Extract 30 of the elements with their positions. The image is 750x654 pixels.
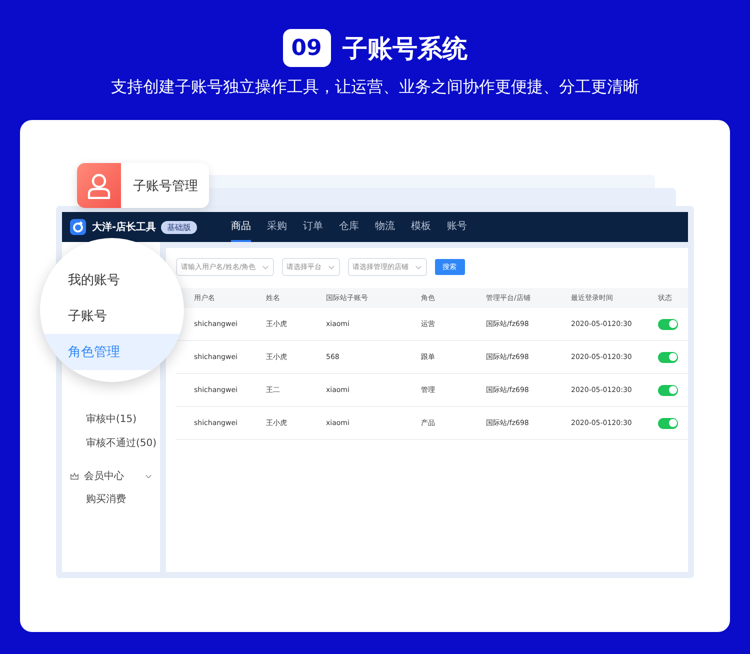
status-toggle[interactable] [658, 418, 678, 428]
sidebar-item[interactable]: 购买消费 [62, 487, 160, 511]
edition-badge: 基础版 [161, 220, 198, 234]
subtitle: 支持创建子账号独立操作工具，让运营、业务之间协作更便捷、分工更清晰 [111, 77, 639, 98]
status-toggle[interactable] [658, 318, 678, 330]
nav-tab[interactable]: 账号 [447, 212, 468, 242]
nav-tab[interactable]: 物流 [375, 212, 396, 242]
user-icon [87, 172, 111, 198]
nav-tab[interactable]: 仓库 [339, 212, 360, 242]
status-toggle[interactable] [658, 352, 678, 362]
dropdown-icon[interactable] [414, 264, 422, 270]
nav-tab[interactable]: 采购 [267, 212, 288, 242]
sidebar-group[interactable]: 会员中心 [84, 469, 145, 483]
menu-item[interactable]: 我的账号 [68, 262, 120, 298]
chevron-icon[interactable] [145, 472, 152, 480]
page-title: 子账号系统 [342, 32, 468, 64]
nav-tab[interactable]: 商品 [231, 212, 252, 242]
dropdown-icon[interactable] [328, 264, 335, 270]
status-toggle[interactable] [658, 384, 678, 396]
logo-icon [70, 219, 86, 235]
sidebar-item[interactable]: 审核中(15) [62, 407, 160, 431]
nav-tab[interactable]: 模板 [411, 212, 432, 242]
tag-label: 子账号管理 [133, 178, 198, 194]
brand-name: 大洋-店长工具 [92, 220, 156, 234]
crown-icon [70, 472, 79, 480]
nav-tab[interactable]: 订单 [303, 212, 324, 242]
sidebar-item[interactable]: 审核不通过(50) [62, 431, 160, 455]
number-badge: 09 [282, 29, 330, 67]
menu-item[interactable]: 子账号 [68, 298, 107, 334]
dropdown-icon[interactable] [262, 264, 269, 270]
